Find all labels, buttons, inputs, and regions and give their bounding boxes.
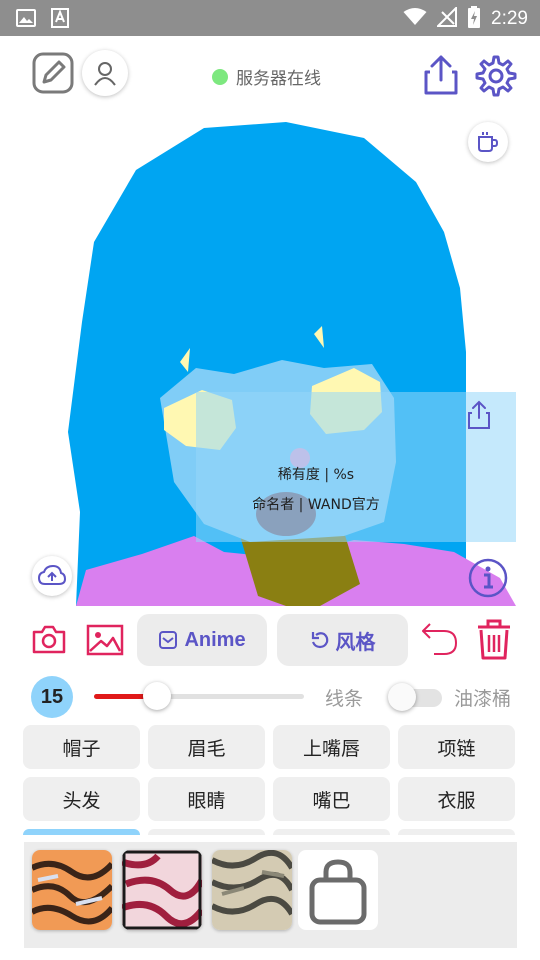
bucket-mode-label: 油漆桶 <box>454 688 512 710</box>
canvas-share-button[interactable] <box>466 400 492 430</box>
settings-button[interactable] <box>474 54 518 98</box>
part-row3-item[interactable] <box>148 829 265 835</box>
brush-controls: 15 线条 油漆桶 <box>0 674 540 718</box>
style-label: 风格 <box>335 631 376 654</box>
font-notification-icon <box>50 8 70 28</box>
delete-button[interactable] <box>476 618 512 660</box>
part-clothes[interactable]: 衣服 <box>398 777 515 821</box>
part-hair[interactable]: 头发 <box>23 777 140 821</box>
brush-size-slider[interactable] <box>94 682 304 710</box>
user-icon <box>94 62 116 86</box>
part-row3-item[interactable] <box>273 829 390 835</box>
anime-label: Anime <box>184 628 246 651</box>
brush-size-thumb[interactable] <box>143 682 171 710</box>
gallery-notification-icon <box>16 8 36 28</box>
upload-button[interactable] <box>32 556 72 596</box>
part-necklace[interactable]: 项链 <box>398 725 515 769</box>
author-text: 命名者 | WAND官方 <box>252 497 380 513</box>
part-hat[interactable]: 帽子 <box>23 725 140 769</box>
share-icon <box>468 400 490 429</box>
part-eyebrows[interactable]: 眉毛 <box>148 725 265 769</box>
orange-tiger-texture <box>32 850 112 930</box>
part-row3-selected[interactable] <box>23 829 140 835</box>
coffee-button[interactable] <box>468 122 508 162</box>
red-marble-texture <box>122 850 202 930</box>
anime-mode-icon <box>159 631 178 649</box>
battery-charging-icon <box>467 6 481 32</box>
gray-zebra-texture <box>212 850 292 930</box>
part-upper-lip[interactable]: 上嘴唇 <box>273 725 390 769</box>
top-toolbar: 服务器在线 <box>0 40 540 110</box>
info-icon <box>468 558 508 598</box>
camera-button[interactable] <box>32 624 66 654</box>
line-mode-label: 线条 <box>325 688 364 710</box>
info-button[interactable] <box>468 558 508 598</box>
share-icon <box>424 55 458 95</box>
refresh-icon <box>311 632 328 649</box>
shop-button[interactable] <box>298 850 378 930</box>
bucket-toggle[interactable] <box>388 682 443 712</box>
wifi-icon <box>403 8 427 30</box>
gear-icon <box>475 55 517 97</box>
profile-button[interactable] <box>82 50 128 96</box>
texture-swatch-orange[interactable] <box>32 850 112 930</box>
texture-swatch-red[interactable] <box>122 850 202 930</box>
share-button[interactable] <box>422 54 460 96</box>
cloud-upload-icon <box>38 565 66 585</box>
bucket-toggle-knob <box>388 683 416 711</box>
texture-swatch-gray[interactable] <box>212 850 292 930</box>
status-bar: 2:29 <box>0 0 540 36</box>
trash-icon <box>478 619 510 660</box>
style-button[interactable]: 风格 <box>277 614 408 666</box>
shopping-bag-icon <box>309 859 367 925</box>
texture-tray <box>24 842 517 948</box>
drawing-canvas[interactable]: 稀有度 | %s 命名者 | WAND官方 <box>24 112 516 606</box>
clock: 2:29 <box>491 8 528 29</box>
tool-row: Anime 风格 <box>0 612 540 670</box>
anime-button[interactable]: Anime <box>137 614 267 666</box>
undo-button[interactable] <box>420 620 458 658</box>
no-signal-icon <box>435 5 458 31</box>
undo-icon <box>422 623 458 655</box>
edit-button[interactable] <box>32 52 74 94</box>
online-indicator <box>212 68 228 85</box>
part-mouth[interactable]: 嘴巴 <box>273 777 390 821</box>
gallery-button[interactable] <box>86 624 124 656</box>
coffee-cup-icon <box>478 132 499 152</box>
image-icon <box>86 624 124 656</box>
edit-pen-icon <box>32 52 74 94</box>
part-eyes[interactable]: 眼睛 <box>148 777 265 821</box>
camera-icon <box>32 625 66 654</box>
part-row3-item[interactable] <box>398 829 515 835</box>
server-status: 服务器在线 <box>212 64 321 89</box>
server-status-text: 服务器在线 <box>236 69 321 89</box>
brush-size-badge: 15 <box>31 676 73 718</box>
rarity-text: 稀有度 | %s <box>277 467 355 483</box>
